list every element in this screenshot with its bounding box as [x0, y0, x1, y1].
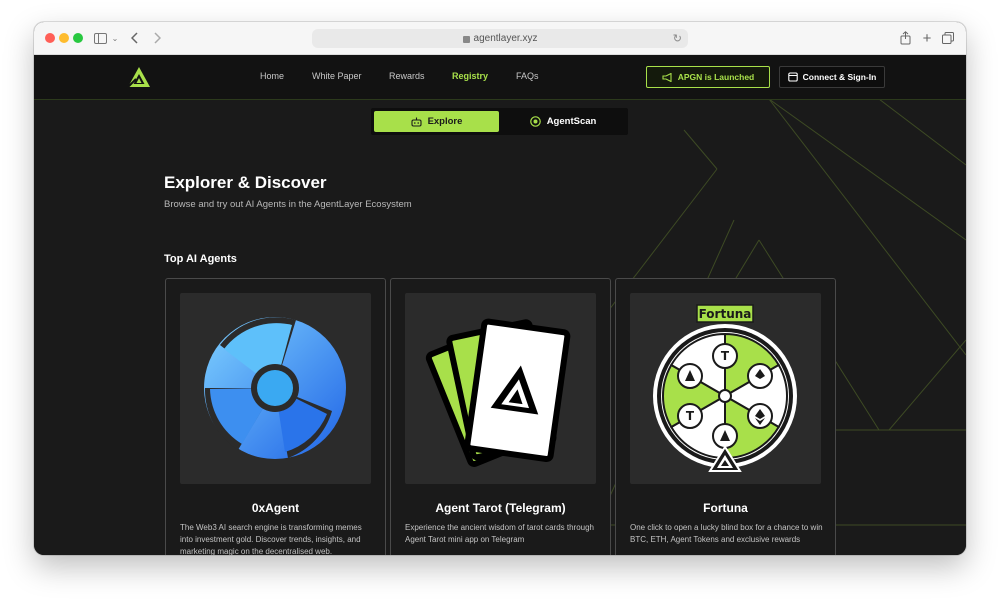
- agent-card-description: The Web3 AI search engine is transformin…: [180, 523, 362, 555]
- sidebar-icon[interactable]: [92, 29, 108, 47]
- connect-sign-in-label: Connect & Sign-In: [802, 72, 877, 82]
- agent-card-name: Fortuna: [703, 501, 748, 515]
- lock-icon: [462, 36, 470, 43]
- apgn-launched-label: APGN is Launched: [677, 72, 755, 82]
- reload-icon[interactable]: ↻: [673, 32, 682, 45]
- agent-card[interactable]: Agent Tarot (Telegram) Experience the an…: [390, 278, 611, 555]
- agent-card-image: [405, 293, 596, 484]
- agentlayer-logo-icon[interactable]: [127, 66, 151, 88]
- close-window-button[interactable]: [45, 33, 55, 43]
- section-title: Top AI Agents: [164, 253, 237, 265]
- page-title: Explorer & Discover: [164, 173, 327, 192]
- chevron-down-icon[interactable]: ⌄: [110, 29, 120, 47]
- site-navbar: Home White Paper Rewards Registry FAQs A…: [34, 55, 966, 100]
- tab-agentscan[interactable]: AgentScan: [501, 111, 625, 132]
- svg-text:T: T: [721, 349, 730, 363]
- 0xagent-logo-icon: [204, 317, 346, 459]
- agent-card-description: Experience the ancient wisdom of tarot c…: [405, 523, 594, 544]
- back-arrow-icon[interactable]: [128, 29, 142, 47]
- svg-text:T: T: [686, 409, 695, 423]
- browser-toolbar: ⌄ agentlayer.xyz ↻ +: [34, 22, 966, 55]
- agent-card-description: One click to open a lucky blind box for …: [630, 523, 823, 544]
- agent-card[interactable]: 0xAgent The Web3 AI search engine is tra…: [165, 278, 386, 555]
- apgn-launched-button[interactable]: APGN is Launched: [646, 66, 770, 88]
- wallet-icon: [787, 72, 798, 82]
- nav-link-registry[interactable]: Registry: [452, 71, 488, 81]
- zoom-window-button[interactable]: [73, 33, 83, 43]
- tab-explore-label: Explore: [427, 116, 463, 127]
- new-tab-icon[interactable]: +: [920, 29, 934, 47]
- agent-card-name: Agent Tarot (Telegram): [435, 501, 566, 515]
- forward-arrow-icon[interactable]: [150, 29, 164, 47]
- minimize-window-button[interactable]: [59, 33, 69, 43]
- agent-card[interactable]: T T Fortuna Fortuna One click to open a …: [615, 278, 836, 555]
- robot-icon: [411, 117, 422, 127]
- agent-card-image: T T Fortuna: [630, 293, 821, 484]
- tab-explore[interactable]: Explore: [374, 111, 499, 132]
- nav-link-home[interactable]: Home: [260, 71, 284, 81]
- nav-link-faqs[interactable]: FAQs: [516, 71, 539, 81]
- address-bar[interactable]: agentlayer.xyz ↻: [312, 29, 688, 48]
- megaphone-icon: [662, 72, 672, 82]
- agent-card-image: [180, 293, 371, 484]
- fortuna-banner-label: Fortuna: [699, 307, 752, 321]
- tab-overview-icon[interactable]: [941, 29, 955, 47]
- tab-agentscan-label: AgentScan: [546, 116, 597, 127]
- connect-sign-in-button[interactable]: Connect & Sign-In: [779, 66, 885, 88]
- nav-link-white-paper[interactable]: White Paper: [312, 71, 362, 81]
- explore-agentscan-toggle: Explore AgentScan: [371, 108, 628, 135]
- share-icon[interactable]: [898, 29, 912, 47]
- nav-link-rewards[interactable]: Rewards: [389, 71, 425, 81]
- browser-window: ⌄ agentlayer.xyz ↻ + Home White Paper Re…: [34, 22, 966, 555]
- page-subtitle: Browse and try out AI Agents in the Agen…: [164, 199, 412, 210]
- agentscan-icon: [529, 116, 541, 127]
- address-url: agentlayer.xyz: [473, 33, 538, 44]
- agent-card-name: 0xAgent: [251, 501, 300, 515]
- tarot-cards-icon: [425, 318, 571, 467]
- fortuna-wheel-icon: T T Fortuna: [653, 304, 797, 472]
- website-viewport: Home White Paper Rewards Registry FAQs A…: [34, 55, 966, 555]
